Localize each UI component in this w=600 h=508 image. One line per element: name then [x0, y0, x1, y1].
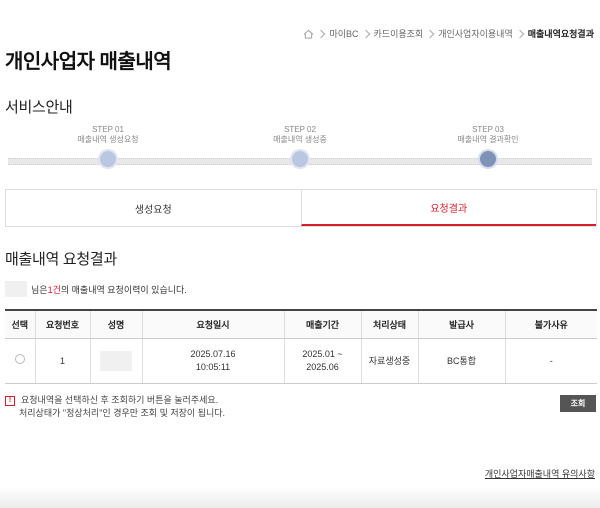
result-table: 선택 요청번호 성명 요청일시 매출기간 처리상태 발급사 불가사유 1 202…: [5, 309, 597, 384]
col-request-datetime: 요청일시: [141, 309, 284, 339]
info-text-post: 의 매출내역 요청이력이 있습니다.: [60, 284, 187, 295]
select-cell: [5, 338, 35, 384]
service-guide-heading: 서비스안내: [5, 99, 73, 116]
notice-link[interactable]: 개인사업자매출내역 유의사항: [485, 467, 595, 480]
step-2: STEP 02 매출내역 생성중: [240, 125, 360, 167]
step-2-label: 매출내역 생성중: [273, 135, 327, 144]
tab-result[interactable]: 요청결과: [300, 190, 596, 226]
masked-user-name: [5, 281, 27, 297]
period-start: 2025.01 ~: [302, 349, 343, 359]
result-heading: 매출내역 요청결과: [5, 251, 117, 268]
step-2-number: STEP 02: [284, 125, 316, 134]
step-1-number: STEP 01: [92, 125, 124, 134]
info-count: 1건: [47, 284, 61, 295]
col-select: 선택: [5, 309, 35, 339]
chevron-right-icon: [361, 29, 370, 38]
breadcrumb-current: 매출내역요청결과: [527, 29, 594, 39]
request-no: 1: [34, 338, 90, 384]
table-row: 1 2025.07.16 10:05:11 2025.01 ~ 2025.06 …: [5, 338, 597, 384]
step-3: STEP 03 매출내역 결과확인: [428, 125, 548, 167]
breadcrumb: 마이BC 카드이용조회 개인사업자이용내역 매출내역요청결과: [303, 27, 594, 40]
step-3-number: STEP 03: [472, 125, 504, 134]
step-3-dot: [480, 151, 496, 167]
col-reject-reason: 불가사유: [504, 309, 597, 339]
sales-period: 2025.01 ~ 2025.06: [283, 338, 361, 384]
breadcrumb-item-mybc[interactable]: 마이BC: [329, 27, 358, 40]
notice-line-1: 요청내역을 선택하신 후 조회하기 버튼을 눌러주세요.: [21, 395, 219, 405]
notice-line-2: 처리상태가 "정상처리"인 경우만 조회 및 저장이 됩니다.: [19, 408, 226, 418]
select-radio[interactable]: [14, 354, 25, 364]
notice: ! 요청내역을 선택하신 후 조회하기 버튼을 눌러주세요. 처리상태가 "정상처…: [5, 394, 225, 420]
breadcrumb-item-business-usage[interactable]: 개인사업자이용내역: [438, 27, 513, 40]
col-issuer: 발급사: [417, 309, 505, 339]
col-sales-period: 매출기간: [283, 309, 361, 339]
issuer: BC통합: [417, 338, 505, 384]
step-2-dot: [292, 151, 308, 167]
col-status: 처리상태: [360, 309, 418, 339]
query-button[interactable]: 조회: [560, 395, 596, 412]
chevron-right-icon: [425, 29, 435, 38]
tab-bar: 생성요청 요청결과: [5, 189, 597, 227]
step-3-label: 매출내역 결과확인: [457, 135, 519, 144]
breadcrumb-item-card-usage[interactable]: 카드이용조회: [374, 27, 424, 40]
request-date: 2025.07.16: [190, 349, 236, 359]
step-indicator: STEP 01 매출내역 생성요청 STEP 02 매출내역 생성중 STEP …: [0, 125, 600, 175]
chevron-right-icon: [317, 29, 326, 38]
name-cell: [89, 338, 142, 384]
masked-name: [100, 351, 132, 371]
page-title: 개인사업자 매출내역: [5, 51, 172, 73]
request-datetime: 2025.07.16 10:05:11: [141, 338, 284, 384]
home-icon[interactable]: [303, 29, 314, 39]
col-request-no: 요청번호: [34, 309, 90, 339]
period-end: 2025.06: [306, 362, 339, 372]
step-1: STEP 01 매출내역 생성요청: [48, 125, 168, 167]
status: 자료생성중: [360, 338, 418, 384]
bottom-fade: [0, 486, 600, 508]
info-text-pre: 님은: [31, 284, 48, 295]
tab-request[interactable]: 생성요청: [6, 190, 301, 226]
request-history-info: 님은 1건 의 매출내역 요청이력이 있습니다.: [5, 281, 187, 297]
col-name: 성명: [89, 309, 142, 339]
reject-reason: -: [504, 338, 597, 384]
request-time: 10:05:11: [195, 362, 231, 372]
table-header-row: 선택 요청번호 성명 요청일시 매출기간 처리상태 발급사 불가사유: [5, 309, 597, 339]
step-1-dot: [100, 151, 116, 167]
chevron-right-icon: [515, 29, 524, 38]
warning-icon: !: [5, 395, 15, 406]
step-1-label: 매출내역 생성요청: [77, 135, 139, 144]
